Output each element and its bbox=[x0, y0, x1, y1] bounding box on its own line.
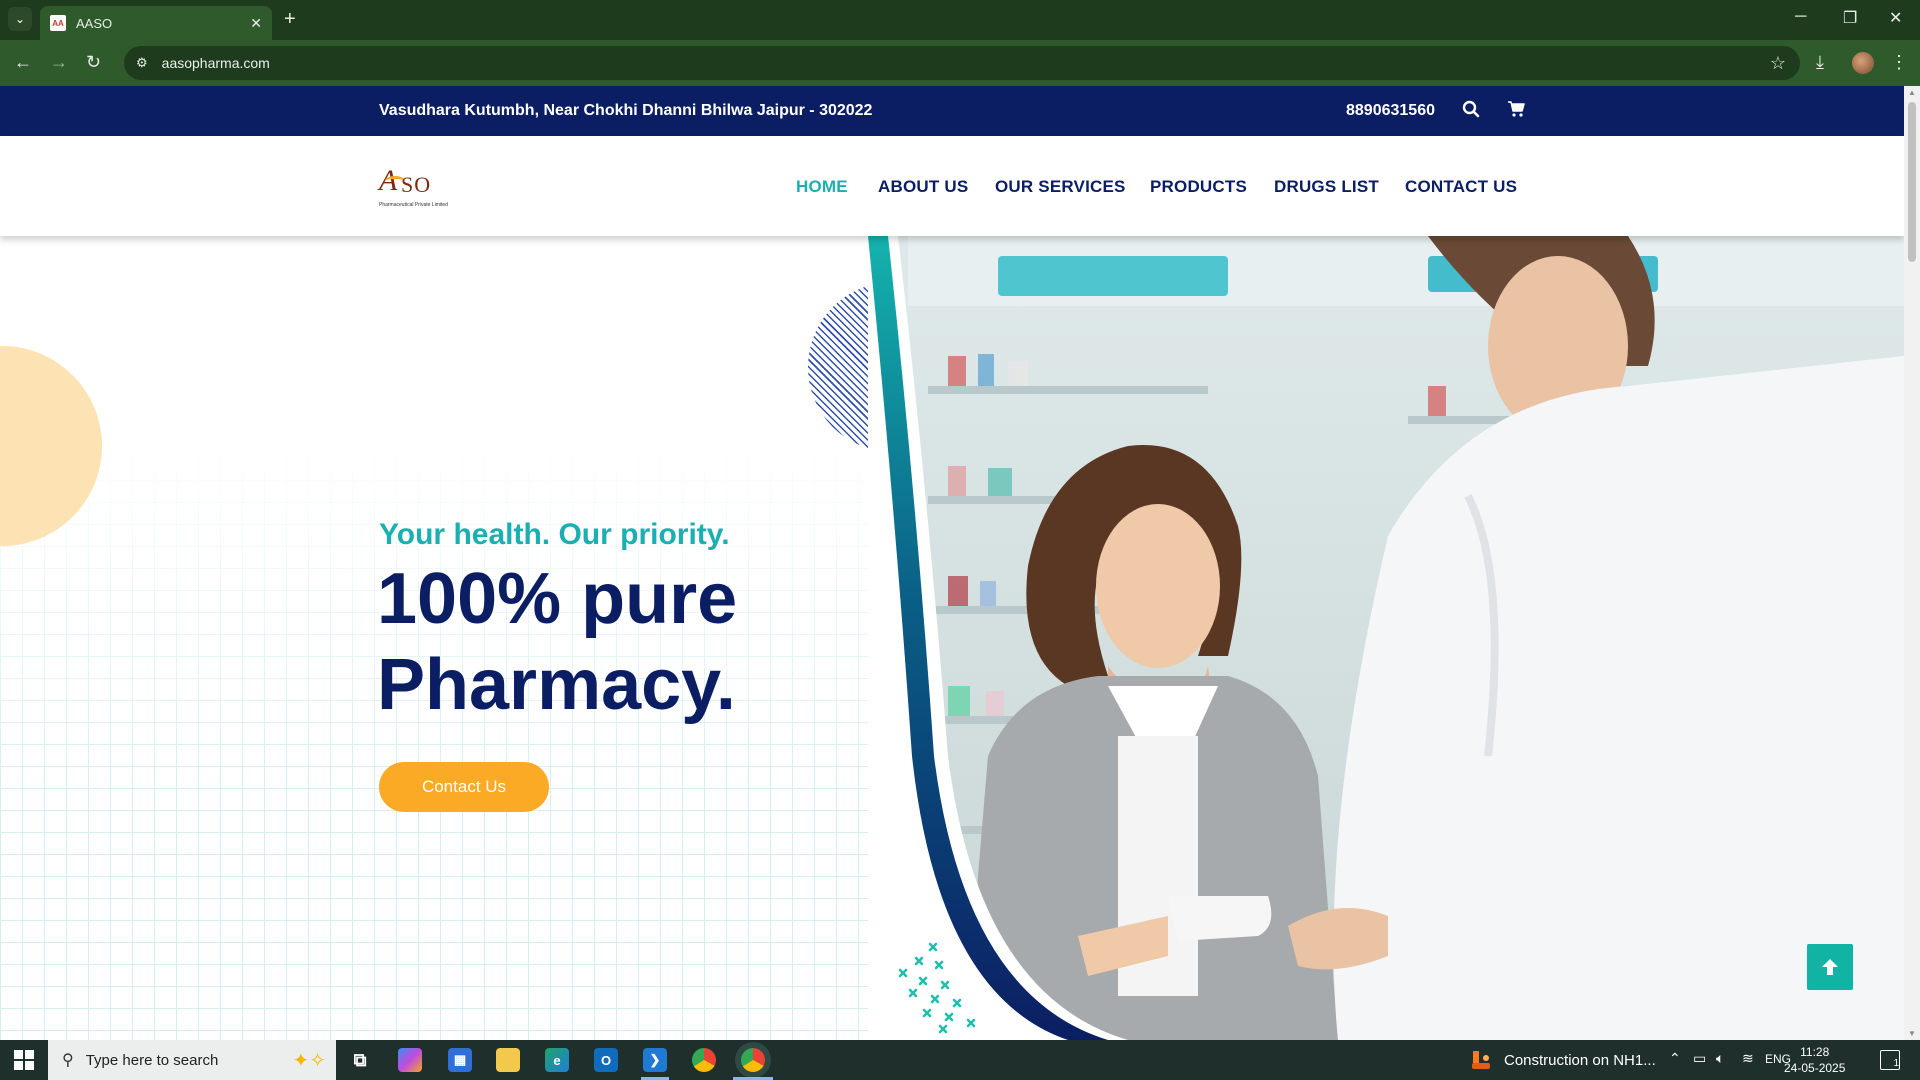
nav-about-us[interactable]: ABOUT US bbox=[878, 177, 968, 197]
logo-wordmark: SO bbox=[401, 172, 432, 197]
arrow-up-icon bbox=[1822, 959, 1838, 975]
notification-center-icon[interactable]: 1 bbox=[1880, 1050, 1900, 1070]
system-clock[interactable]: 11:28 24-05-2025 bbox=[1784, 1044, 1845, 1076]
headline-line-1: 100% pure bbox=[377, 559, 738, 639]
copilot-sparkle-icon: ✦✧ bbox=[292, 1050, 326, 1072]
nav-products[interactable]: PRODUCTS bbox=[1150, 177, 1247, 197]
browser-toolbar: ← → ↻ ⚙ aasopharma.com ☆ ⤓ ⋮ bbox=[0, 40, 1920, 86]
hero-image bbox=[868, 236, 1904, 1040]
hero-tagline: Your health. Our priority. bbox=[379, 518, 730, 551]
outlook-app-icon[interactable]: O bbox=[594, 1048, 618, 1072]
tab-search-button[interactable]: ⌄ bbox=[8, 7, 32, 31]
decorative-crosses bbox=[896, 940, 1016, 1040]
web-page: Vasudhara Kutumbh, Near Chokhi Dhanni Bh… bbox=[0, 86, 1904, 1040]
site-info-icon[interactable]: ⚙ bbox=[136, 55, 148, 71]
browser-menu-icon[interactable]: ⋮ bbox=[1890, 52, 1908, 73]
wifi-icon[interactable]: ≋ bbox=[1742, 1050, 1754, 1067]
browser-tab[interactable]: AA AASO ✕ bbox=[40, 6, 272, 40]
meet-now-icon[interactable]: ▭ bbox=[1693, 1050, 1706, 1067]
file-explorer-icon[interactable] bbox=[496, 1048, 520, 1072]
phone-number[interactable]: 8890631560 bbox=[1346, 102, 1435, 120]
volume-icon[interactable]: 🔈︎ bbox=[1716, 1050, 1724, 1067]
scroll-up-arrow-icon[interactable]: ▲ bbox=[1908, 88, 1916, 97]
contact-topbar: Vasudhara Kutumbh, Near Chokhi Dhanni Bh… bbox=[0, 86, 1904, 136]
url-text: aasopharma.com bbox=[161, 55, 270, 71]
minimize-window-button[interactable]: ─ bbox=[1795, 8, 1806, 26]
page-scrollbar[interactable]: ▲ ▼ bbox=[1904, 86, 1920, 1040]
chrome-app-icon[interactable] bbox=[692, 1048, 716, 1072]
copilot-app-icon[interactable] bbox=[398, 1048, 422, 1072]
address-bar[interactable]: ⚙ aasopharma.com ☆ bbox=[124, 46, 1800, 80]
downloads-icon[interactable]: ⤓ bbox=[1816, 52, 1824, 73]
search-magnifier-icon: ⚲ bbox=[62, 1052, 74, 1069]
scrollbar-thumb[interactable] bbox=[1908, 102, 1916, 262]
bookmark-star-icon[interactable]: ☆ bbox=[1770, 53, 1786, 74]
search-placeholder: Type here to search bbox=[85, 1051, 219, 1069]
new-tab-button[interactable]: + bbox=[284, 8, 296, 31]
clock-time: 11:28 bbox=[1800, 1045, 1830, 1059]
task-view-icon[interactable]: ⧉ bbox=[348, 1048, 372, 1072]
notification-count: 1 bbox=[1893, 1058, 1899, 1069]
contact-us-button[interactable]: Contact Us bbox=[379, 762, 549, 812]
taskbar-search-box[interactable]: ⚲ Type here to search ✦✧ bbox=[48, 1040, 336, 1080]
nav-contact-us[interactable]: CONTACT US bbox=[1405, 177, 1517, 197]
tab-title: AASO bbox=[76, 15, 113, 31]
main-navigation: A SO Pharmaceutical Private Limited HOME… bbox=[0, 136, 1904, 236]
site-logo[interactable]: A SO Pharmaceutical Private Limited bbox=[379, 164, 453, 210]
scroll-down-arrow-icon[interactable]: ▼ bbox=[1908, 1029, 1916, 1038]
scroll-to-top-button[interactable] bbox=[1807, 944, 1853, 990]
store-app-icon[interactable]: ▦ bbox=[448, 1048, 472, 1072]
clock-date: 24-05-2025 bbox=[1784, 1061, 1846, 1075]
hero-section: Your health. Our priority. 100% pure Pha… bbox=[0, 236, 1904, 1040]
windows-start-icon[interactable] bbox=[14, 1050, 34, 1070]
address-text: Vasudhara Kutumbh, Near Chokhi Dhanni Bh… bbox=[379, 102, 873, 119]
news-headline: Construction on NH1... bbox=[1504, 1051, 1656, 1069]
logo-tagline: Pharmaceutical Private Limited bbox=[379, 202, 448, 208]
vscode-app-icon[interactable]: ❯ bbox=[643, 1048, 667, 1072]
nav-home[interactable]: HOME bbox=[796, 177, 848, 197]
show-hidden-icons-chevron-icon[interactable]: ⌃ bbox=[1669, 1050, 1681, 1067]
hero-headline: 100% pure Pharmacy. bbox=[377, 556, 737, 728]
site-favicon: AA bbox=[50, 15, 66, 31]
cart-icon[interactable] bbox=[1507, 100, 1525, 123]
back-button[interactable]: ← bbox=[14, 52, 32, 73]
close-window-button[interactable]: ✕ bbox=[1889, 8, 1902, 28]
search-icon[interactable] bbox=[1462, 100, 1480, 123]
windows-taskbar: ⚲ Type here to search ✦✧ ⧉ ▦ e O ❯ Const… bbox=[0, 1040, 1920, 1080]
browser-tab-strip: ⌄ AA AASO ✕ + ─ ❐ ✕ bbox=[0, 0, 1920, 40]
close-tab-icon[interactable]: ✕ bbox=[250, 15, 262, 32]
nav-drugs-list[interactable]: DRUGS LIST bbox=[1274, 177, 1379, 197]
reload-button[interactable]: ↻ bbox=[86, 52, 101, 73]
chrome-active-app-icon[interactable] bbox=[741, 1048, 765, 1072]
profile-avatar[interactable] bbox=[1852, 52, 1874, 74]
edge-browser-icon[interactable]: e bbox=[545, 1048, 569, 1072]
news-widget[interactable]: Construction on NH1... bbox=[1470, 1040, 1656, 1080]
restore-window-button[interactable]: ❐ bbox=[1843, 8, 1857, 28]
nav-our-services[interactable]: OUR SERVICES bbox=[995, 177, 1126, 197]
construction-alert-icon bbox=[1470, 1049, 1492, 1071]
forward-button[interactable]: → bbox=[50, 52, 68, 73]
headline-line-2: Pharmacy. bbox=[377, 645, 736, 725]
